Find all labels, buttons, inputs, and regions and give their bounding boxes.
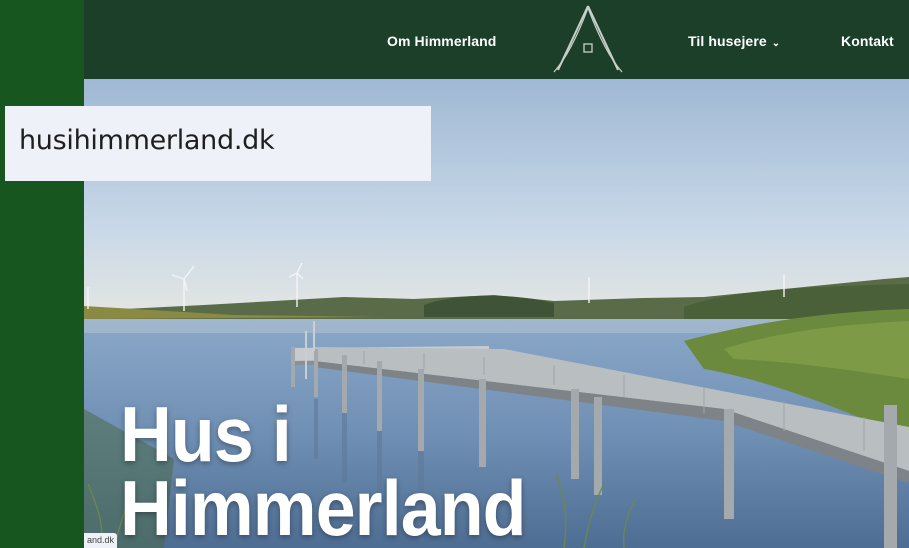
domain-label-overlay: husihimmerland.dk [5,106,431,181]
house-logo-icon[interactable] [552,4,624,74]
nav-link-til-husejere-label: Til husejere [688,33,767,49]
left-background-strip [0,0,84,548]
nav-link-kontakt[interactable]: Kontakt [841,0,894,79]
status-bar-url: and.dk [84,533,118,548]
chevron-down-icon: ⌄ [771,38,781,49]
nav-link-om-himmerland[interactable]: Om Himmerland [387,0,496,79]
hero-title-line-1: Hus i [120,390,292,478]
website-viewport: Om Himmerland Til husejere ⌄ Kontakt Hus… [84,0,909,548]
hero-title-line-2: Himmerland [120,464,526,548]
hero-title: Hus i Himmerland [120,390,526,548]
site-navbar: Om Himmerland Til husejere ⌄ Kontakt [84,0,909,79]
nav-link-til-husejere[interactable]: Til husejere ⌄ [688,0,780,79]
